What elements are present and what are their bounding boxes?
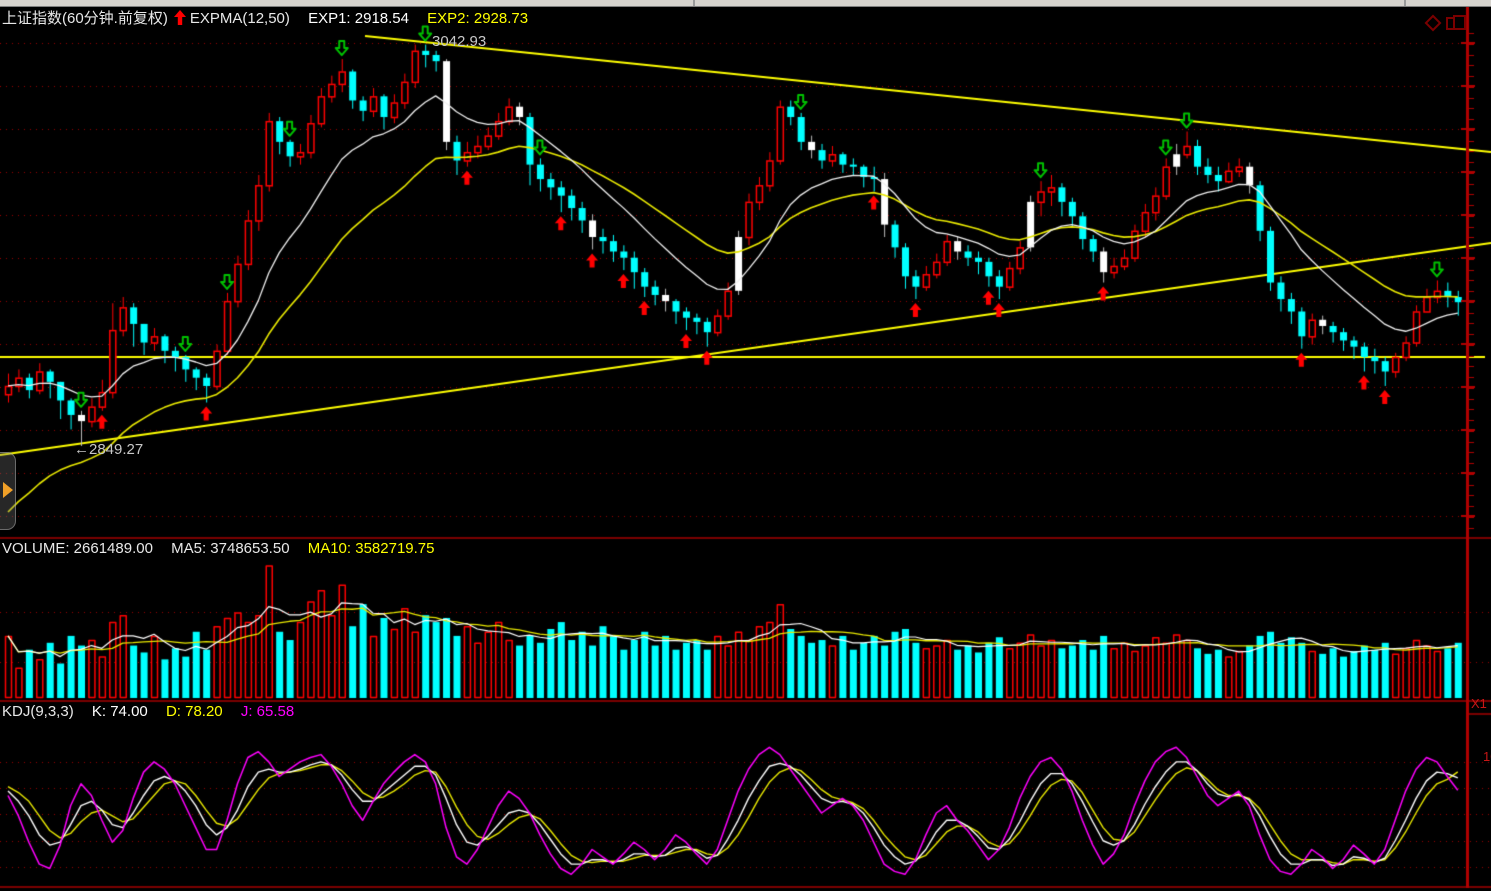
main-chart-header: 上证指数(60分钟.前复权) EXPMA(12,50) EXP1: 2918.54…: [2, 7, 542, 28]
expand-arrow-icon: [3, 482, 13, 498]
kdj-d-value: D: 78.20: [166, 703, 223, 720]
peak-price-annotation: 3042.93: [432, 33, 486, 50]
left-arrow-icon: ←: [74, 441, 89, 458]
pane-window-controls: [1424, 15, 1468, 29]
kdj-j-value: J: 65.58: [241, 703, 294, 720]
exp1-value: EXP1: 2918.54: [308, 10, 409, 27]
kdj-pane-header: KDJ(9,3,3) K: 74.00 D: 78.20 J: 65.58: [2, 703, 308, 720]
trough-price-annotation: ←2849.27: [74, 441, 143, 458]
toolbar-separator: [693, 0, 695, 6]
volume-ma10-value: MA10: 3582719.75: [308, 540, 435, 557]
toolbar-separator: [1404, 0, 1406, 6]
symbol-title: 上证指数(60分钟.前复权): [2, 10, 168, 27]
chart-canvas[interactable]: [0, 0, 1491, 891]
up-arrow-icon: [174, 10, 186, 25]
volume-pane-header: VOLUME: 2661489.00 MA5: 3748653.50 MA10:…: [2, 540, 449, 557]
diamond-icon[interactable]: [1425, 15, 1442, 32]
kdj-axis-label: 100: [1483, 749, 1491, 764]
trading-terminal-window: 上证指数(60分钟.前复权) EXPMA(12,50) EXP1: 2918.54…: [0, 0, 1491, 891]
indicator-label: EXPMA(12,50): [190, 10, 290, 27]
restore-window-icon[interactable]: [1446, 15, 1468, 29]
exp2-value: EXP2: 2928.73: [427, 10, 528, 27]
toolbar-bottom-edge: [0, 0, 1491, 7]
window-pane-right: [1453, 15, 1466, 30]
side-panel-tab[interactable]: [0, 452, 16, 530]
volume-value: VOLUME: 2661489.00: [2, 540, 153, 557]
volume-scale-label: X1: [1471, 696, 1487, 711]
kdj-k-value: K: 74.00: [92, 703, 148, 720]
volume-ma5-value: MA5: 3748653.50: [171, 540, 289, 557]
kdj-name: KDJ(9,3,3): [2, 703, 74, 720]
